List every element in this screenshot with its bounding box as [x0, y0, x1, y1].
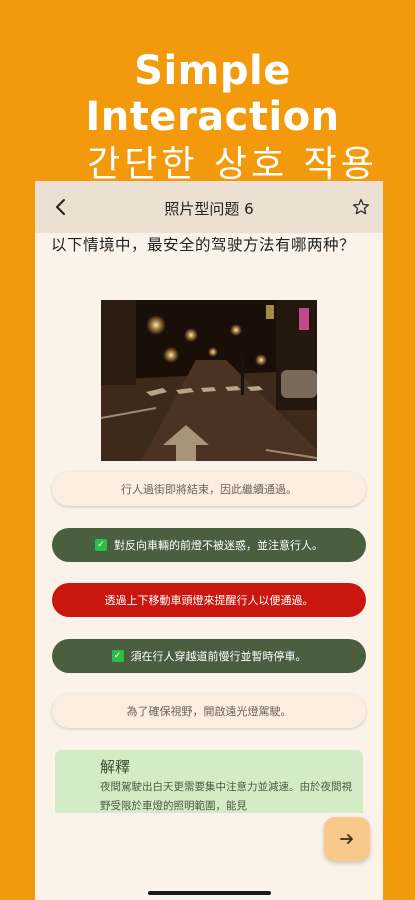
home-indicator[interactable] — [148, 891, 271, 895]
answer-option-1[interactable]: 行人過街即將結束，因此繼續通過。 — [52, 472, 366, 506]
question-photo — [101, 300, 317, 461]
top-bar: 照片型问题 6 — [35, 181, 383, 233]
favorite-button[interactable] — [351, 197, 371, 217]
explanation-panel: 解釋 夜間駕駛出白天更需要集中注意力並減速。由於夜間視野受限於車燈的照明範圍，能… — [55, 750, 363, 813]
star-outline-icon — [352, 198, 370, 215]
arrow-right-icon — [340, 834, 353, 844]
answer-option-4[interactable]: ✓ 須在行人穿越道前慢行並暫時停車。 — [52, 639, 366, 673]
answer-option-label: 為了確保視野，開啟遠光燈駕駛。 — [126, 705, 292, 718]
answer-option-label: 透過上下移動車頭燈來提醒行人以便通過。 — [104, 594, 314, 607]
app-screen: 照片型问题 6 以下情境中，最安全的驾驶方法有哪两种？ 行人過街即將結束，因此繼… — [35, 181, 383, 900]
answer-option-label: 須在行人穿越道前慢行並暫時停車。 — [130, 650, 307, 663]
next-question-button[interactable] — [324, 817, 370, 861]
hero-title-english: Simple Interaction — [85, 48, 340, 140]
checkmark-icon: ✓ — [111, 650, 124, 662]
back-button[interactable] — [49, 195, 71, 219]
answer-option-2[interactable]: ✓ 對反向車輛的前燈不被迷惑，並注意行人。 — [52, 528, 366, 562]
answer-option-5[interactable]: 為了確保視野，開啟遠光燈駕駛。 — [52, 694, 366, 728]
hero-banner: Simple Interaction 간단한 상호 작용 — [0, 48, 415, 188]
checkmark-icon: ✓ — [95, 539, 107, 551]
explanation-heading: 解釋 — [100, 758, 131, 776]
answer-option-label: 行人過街即將結束，因此繼續通過。 — [121, 483, 297, 496]
answer-option-3[interactable]: 透過上下移動車頭燈來提醒行人以便通過。 — [52, 583, 366, 617]
page-title: 照片型问题 6 — [164, 200, 254, 218]
answer-option-label: 對反向車輛的前燈不被迷惑，並注意行人。 — [114, 539, 323, 552]
question-text: 以下情境中，最安全的驾驶方法有哪两种？ — [51, 236, 356, 254]
chevron-left-icon — [56, 199, 65, 215]
explanation-text: 夜間駕駛出白天更需要集中注意力並減速。由於夜間視野受限於車燈的照明範圍，能見 — [100, 781, 352, 812]
night-street-image — [101, 300, 317, 461]
